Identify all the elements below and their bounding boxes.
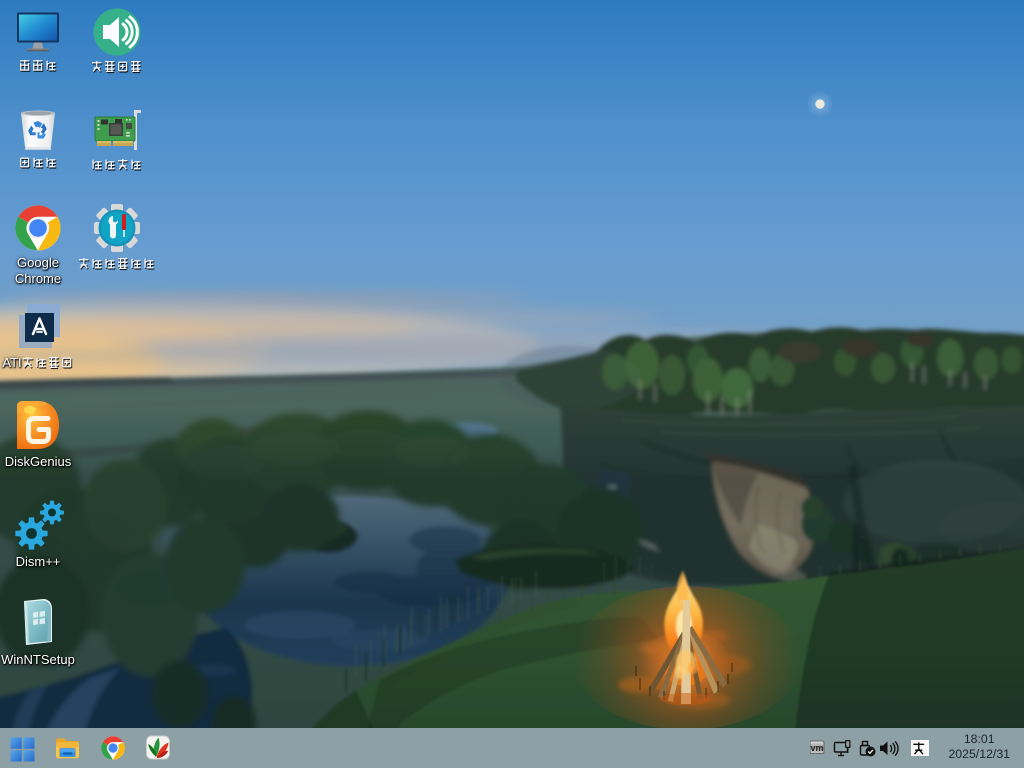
svg-text:vm: vm bbox=[810, 743, 823, 753]
